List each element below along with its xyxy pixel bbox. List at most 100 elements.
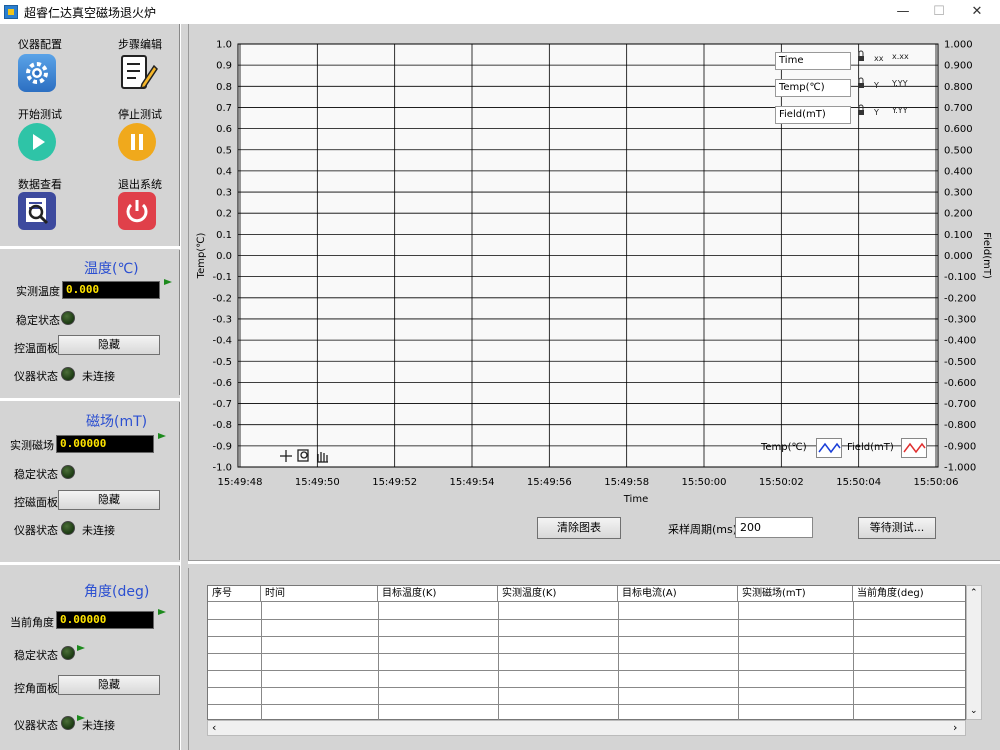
angle-panel-label: 控角面板 — [14, 682, 58, 695]
y2-tick-label: -0.600 — [944, 378, 976, 389]
column-header-measured-field[interactable]: 实测磁场(mT) — [738, 586, 853, 602]
y-tick-label: 0.1 — [216, 230, 232, 241]
window-title: 超睿仁达真空磁场退火炉 — [24, 6, 157, 20]
field-stable-led — [61, 465, 75, 479]
svg-text:Y.YY: Y.YY — [891, 106, 908, 115]
scale-legend-temp[interactable]: Temp(℃) — [775, 79, 851, 97]
sample-period-input[interactable] — [735, 517, 813, 538]
svg-text:xx: xx — [874, 54, 884, 63]
x-tick-label: 15:49:54 — [450, 477, 495, 488]
power-icon — [126, 200, 148, 223]
y2-tick-label: -0.200 — [944, 293, 976, 304]
y2-tick-label: 0.200 — [944, 209, 973, 220]
x-tick-label: 15:50:00 — [682, 477, 727, 488]
start-test-label: 开始测试 — [18, 108, 62, 121]
x-tick-label: 15:50:06 — [914, 477, 959, 488]
x-tick-label: 15:50:04 — [836, 477, 881, 488]
data-view-button[interactable] — [18, 192, 56, 230]
x-tick-label: 15:49:52 — [372, 477, 417, 488]
gear-icon — [26, 62, 48, 84]
angle-panel-hide-button[interactable]: 隐藏 — [58, 675, 160, 695]
y-tick-label: -0.1 — [212, 272, 232, 283]
data-table[interactable]: 序号 时间 目标温度(K) 实测温度(K) 目标电流(A) 实测磁场(mT) 当… — [207, 585, 966, 720]
scroll-down-icon[interactable]: ⌄ — [970, 706, 978, 716]
stop-test-label: 停止测试 — [118, 108, 162, 121]
exit-system-button[interactable] — [118, 192, 156, 230]
angle-stable-label: 稳定状态 — [14, 649, 58, 662]
x-tick-label: 15:49:58 — [604, 477, 649, 488]
column-header-target-current[interactable]: 目标电流(A) — [618, 586, 738, 602]
measured-field-value: 0.00000 — [56, 435, 154, 453]
flag-icon — [77, 645, 85, 651]
step-edit-button[interactable] — [118, 52, 158, 92]
column-header-target-temp[interactable]: 目标温度(K) — [378, 586, 498, 602]
y2-tick-label: 0.900 — [944, 61, 973, 72]
crosshair-icon — [280, 450, 292, 462]
zoom-icon — [297, 449, 309, 462]
scale-legend-field[interactable]: Field(mT) — [775, 106, 851, 124]
y-tick-label: 0.0 — [216, 251, 232, 262]
svg-text:Y: Y — [873, 81, 879, 90]
measured-temp-label: 实测温度 — [16, 285, 60, 298]
temp-panel-label: 控温面板 — [14, 342, 58, 355]
flag-icon — [164, 279, 172, 285]
y2-tick-label: 0.100 — [944, 230, 973, 241]
table-vertical-scrollbar[interactable]: ⌃ ⌄ — [966, 585, 982, 720]
scroll-right-icon[interactable]: › — [953, 721, 957, 734]
y-tick-label: -0.3 — [212, 314, 232, 325]
table-horizontal-scrollbar[interactable]: ‹ › — [207, 720, 966, 736]
y2-tick-label: -0.100 — [944, 272, 976, 283]
y-tick-label: 0.4 — [216, 166, 232, 177]
y2-tick-label: 0.500 — [944, 145, 973, 156]
table-grid — [208, 602, 965, 720]
flag-icon — [158, 609, 166, 615]
exit-system-label: 退出系统 — [118, 178, 162, 191]
y-tick-label: 0.7 — [216, 103, 232, 114]
magnifier-document-icon — [26, 198, 49, 225]
temp-panel-hide-button[interactable]: 隐藏 — [58, 335, 160, 355]
divider — [0, 562, 180, 565]
graph-palette[interactable] — [280, 447, 332, 465]
y2-tick-label: 1.000 — [944, 40, 973, 51]
y2-tick-label: -0.800 — [944, 420, 976, 431]
column-header-time[interactable]: 时间 — [261, 586, 378, 602]
y2-tick-label: -1.000 — [944, 463, 976, 474]
scale-legend-time[interactable]: Time — [775, 52, 851, 70]
legend-temp-swatch[interactable] — [816, 438, 842, 458]
wait-test-button[interactable]: 等待测试... — [858, 517, 936, 539]
column-header-measured-temp[interactable]: 实测温度(K) — [498, 586, 618, 602]
temp-stable-led — [61, 311, 75, 325]
angle-title: 角度(deg) — [84, 584, 150, 600]
start-test-button[interactable] — [18, 123, 56, 161]
y-tick-label: -0.7 — [212, 399, 232, 410]
y-tick-label: 0.8 — [216, 82, 232, 93]
angle-device-label: 仪器状态 — [14, 719, 58, 732]
y-tick-label: -0.9 — [212, 441, 232, 452]
stop-test-button[interactable] — [118, 123, 156, 161]
step-edit-label: 步骤编辑 — [118, 38, 162, 51]
close-button[interactable]: ✕ — [954, 0, 1000, 24]
title-bar: 超睿仁达真空磁场退火炉 — ☐ ✕ — [0, 0, 1000, 24]
scroll-left-icon[interactable]: ‹ — [212, 721, 216, 734]
temperature-title: 温度(℃) — [84, 261, 139, 277]
legend-field-swatch[interactable] — [901, 438, 927, 458]
scale-lock-icons[interactable]: xx x.xx Y Y.YY Y Y.YY — [854, 50, 914, 126]
legend-field-label: Field(mT) — [847, 442, 894, 453]
y2-tick-label: -0.900 — [944, 441, 976, 452]
temp-device-led — [61, 367, 75, 381]
scroll-up-icon[interactable]: ⌃ — [970, 588, 978, 598]
y-tick-label: 0.2 — [216, 209, 232, 220]
column-header-index[interactable]: 序号 — [208, 586, 261, 602]
measured-field-label: 实测磁场 — [10, 439, 54, 452]
field-device-status: 未连接 — [82, 524, 115, 537]
current-angle-value: 0.00000 — [56, 611, 154, 629]
clear-chart-button[interactable]: 清除图表 — [537, 517, 621, 539]
instrument-config-button[interactable] — [18, 54, 56, 92]
legend-temp-label: Temp(℃) — [761, 442, 807, 453]
y-tick-label: -1.0 — [212, 463, 232, 474]
y2-tick-label: -0.400 — [944, 336, 976, 347]
y-tick-label: 0.3 — [216, 188, 232, 199]
y2-tick-label: -0.300 — [944, 314, 976, 325]
field-panel-hide-button[interactable]: 隐藏 — [58, 490, 160, 510]
column-header-current-angle[interactable]: 当前角度(deg) — [853, 586, 965, 602]
